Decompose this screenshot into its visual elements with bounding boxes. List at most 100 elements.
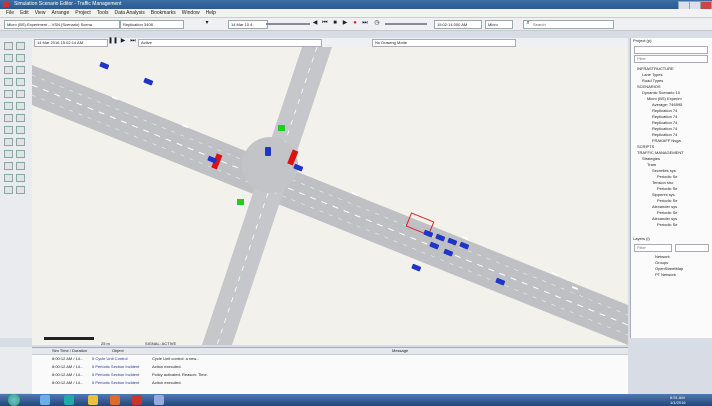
pause-icon[interactable]: ❚❚ [108, 38, 118, 45]
tree-item[interactable]: INFRASTRUCTURE [637, 66, 711, 71]
signal-head-south[interactable] [237, 199, 244, 205]
speed-combo[interactable]: Micro [485, 20, 513, 29]
tree-item[interactable]: Replication 74 [652, 126, 711, 131]
point-tool-icon[interactable] [4, 162, 13, 170]
tree-item[interactable]: Lane Types [642, 72, 711, 77]
tree-item[interactable]: Alexander sys [652, 216, 711, 221]
layer-item[interactable]: Network [655, 254, 670, 259]
stop-tool-icon[interactable] [16, 90, 25, 98]
drawing-mode-combo[interactable]: No Drawing Mode [372, 39, 516, 47]
col-sim-time[interactable]: Sim Time / Duration [52, 348, 87, 354]
vehicle[interactable] [265, 147, 271, 156]
view-play-icon[interactable]: ▶ [120, 38, 126, 45]
tree-item[interactable]: Tram [647, 162, 711, 167]
tree-item[interactable]: Road Types [642, 78, 711, 83]
log-object[interactable]: 5 Periodic Section Incident [92, 363, 139, 370]
image-tool-icon[interactable] [16, 114, 25, 122]
log-row[interactable]: 8:00:12 AM / 14... 5 Periodic Section In… [32, 363, 628, 370]
tree-item[interactable]: Replication 74 [652, 108, 711, 113]
lane-tool-icon[interactable] [4, 186, 13, 194]
layer-item[interactable]: Groups [655, 260, 668, 265]
search-input[interactable]: Search [523, 20, 614, 29]
measure-tool-icon[interactable] [4, 126, 13, 134]
taskbar-clock[interactable]: 6:51 AM 1/1/2016 [670, 395, 686, 405]
record-icon[interactable]: ● [352, 20, 358, 27]
view-date-field[interactable]: 14 Mar 2016 15:02:14 AM [34, 39, 108, 47]
project-view-combo[interactable] [634, 46, 708, 54]
window-taskbar-icon[interactable] [154, 395, 164, 405]
layer-item[interactable]: PT Network [655, 272, 676, 277]
tree-item[interactable]: TRAFFIC MANAGEMENT [637, 150, 711, 155]
extra-tool-icon[interactable] [16, 186, 25, 194]
subpath-tool-icon[interactable] [16, 150, 25, 158]
media-icon[interactable] [110, 395, 120, 405]
menu-window[interactable]: Window [182, 9, 200, 17]
tree-item[interactable]: Periodic Se [657, 222, 711, 227]
col-message[interactable]: Message [392, 348, 408, 354]
tree-item[interactable]: Periodic Se [657, 210, 711, 215]
menu-help[interactable]: Help [206, 9, 216, 17]
col-object[interactable]: Object [112, 348, 124, 354]
menu-edit[interactable]: Edit [20, 9, 29, 17]
layers-filter-input[interactable]: Filter [634, 244, 672, 252]
tree-item[interactable]: Average: 746595 [652, 102, 711, 107]
tree-item[interactable]: Strategies [642, 156, 711, 161]
tree-item[interactable]: Alexander sys [652, 204, 711, 209]
clock-icon[interactable]: ◷ [374, 20, 380, 27]
log-object[interactable]: 5 Periodic Section Incident [92, 371, 139, 378]
menu-file[interactable]: File [6, 9, 14, 17]
log-row[interactable]: 8:00:12 AM / 14... 5 Periodic Section In… [32, 371, 628, 378]
log-row[interactable]: 8:00:12 AM / 14... 5 Periodic Section In… [32, 379, 628, 386]
signal-tool-icon[interactable] [4, 90, 13, 98]
menu-arrange[interactable]: Arrange [51, 9, 69, 17]
tree-item[interactable]: Tension sho [652, 180, 711, 185]
step-back-icon[interactable]: ⏮ [322, 20, 328, 27]
vms-tool-icon[interactable] [4, 102, 13, 110]
centroid-tool-icon[interactable] [4, 78, 13, 86]
step-forward-icon[interactable]: ⏭ [362, 20, 368, 27]
camera-tool-icon[interactable] [16, 126, 25, 134]
tree-item[interactable]: Periodic Se [657, 198, 711, 203]
log-object[interactable]: 5 Cycle Unit Control [92, 355, 128, 362]
menu-project[interactable]: Project [75, 9, 91, 17]
mode-combo[interactable]: Active [138, 39, 322, 47]
play-icon[interactable]: ▶ [342, 20, 348, 27]
grid-tool-icon[interactable] [16, 162, 25, 170]
tree-item[interactable]: Replication 74 [652, 114, 711, 119]
detector-tool-icon[interactable] [16, 78, 25, 86]
current-time-field[interactable]: 15:02:14.000 AM [434, 20, 482, 29]
speed-slider[interactable] [385, 23, 427, 25]
time-start-field[interactable]: 14 Mar 10 4 [228, 20, 268, 29]
tree-item[interactable]: Replication 74 [652, 132, 711, 137]
signal-head-north[interactable] [278, 125, 285, 131]
explorer-icon[interactable] [64, 395, 74, 405]
dropdown-icon[interactable]: ▾ [204, 20, 210, 27]
replication-combo[interactable]: Replication 3408 [120, 20, 184, 29]
pan-tool-icon[interactable] [16, 42, 25, 50]
vehicle[interactable] [411, 263, 422, 272]
log-object[interactable]: 5 Periodic Section Incident [92, 379, 139, 386]
vehicle[interactable] [143, 77, 154, 86]
path-tool-icon[interactable] [4, 138, 13, 146]
folder-icon[interactable] [88, 395, 98, 405]
polygon-tool-icon[interactable] [16, 102, 25, 110]
project-combo[interactable]: Micro (BS) Experiment – VSN (Scenario) S… [4, 20, 120, 29]
layer-item[interactable]: OpenStreetMap [655, 266, 683, 271]
rewind-icon[interactable]: ◀ [312, 20, 318, 27]
tree-item[interactable]: SCRIPTS [637, 144, 711, 149]
route-tool-icon[interactable] [4, 150, 13, 158]
text-tool-icon[interactable] [4, 114, 13, 122]
section-tool-icon[interactable] [16, 54, 25, 62]
tree-item[interactable]: Periodic Se [657, 174, 711, 179]
menu-bookmarks[interactable]: Bookmarks [151, 9, 176, 17]
layers-combo[interactable] [675, 244, 709, 252]
menu-tools[interactable]: Tools [97, 9, 109, 17]
tree-item[interactable]: Replication 74 [652, 120, 711, 125]
layer-tool-icon[interactable] [4, 174, 13, 182]
ie-icon[interactable] [40, 395, 50, 405]
log-row[interactable]: 8:00:12 AM / 14... 5 Cycle Unit Control … [32, 355, 628, 362]
tree-item[interactable]: Periodic Se [657, 186, 711, 191]
tree-item[interactable]: Dynamic Scenario 10 [642, 90, 711, 95]
ruler-tool-icon[interactable] [16, 174, 25, 182]
tree-item[interactable]: Micro (BS) Experim [647, 96, 711, 101]
